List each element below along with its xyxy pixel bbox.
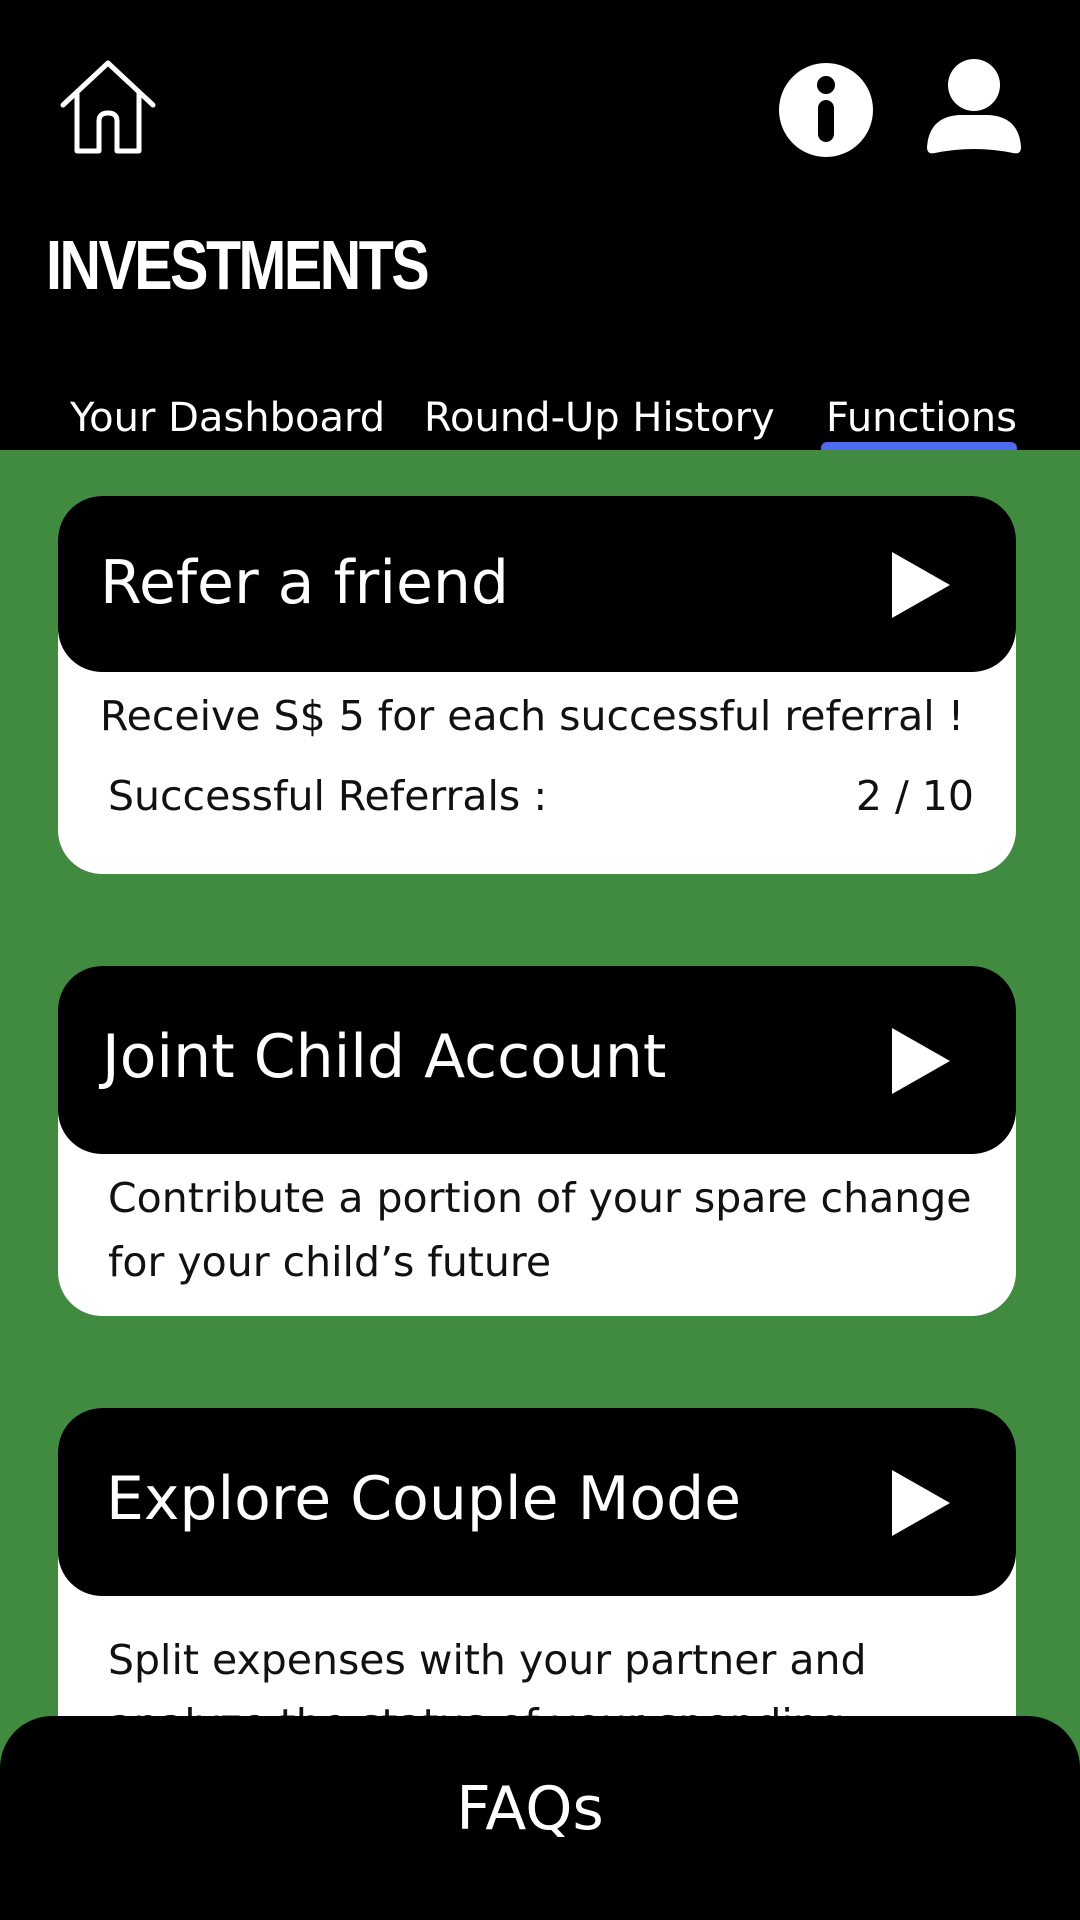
faqs-button[interactable]: FAQs <box>0 1716 1080 1920</box>
card-title: Refer a friend <box>100 548 510 618</box>
play-arrow-icon[interactable] <box>892 552 950 618</box>
info-icon[interactable] <box>776 60 876 160</box>
joint-child-account-card: Joint Child Account Contribute a portion… <box>58 966 1016 1316</box>
card-title: Joint Child Account <box>102 1022 667 1092</box>
page-title: INVESTMENTS <box>46 226 430 304</box>
home-icon[interactable] <box>55 55 161 161</box>
card-description: Contribute a portion of your spare chang… <box>108 1174 972 1286</box>
faqs-label: FAQs <box>456 1774 604 1844</box>
tab-round-up-history[interactable]: Round-Up History <box>424 393 775 443</box>
refer-friend-button[interactable]: Refer a friend <box>58 496 1016 672</box>
referrals-count: 2 / 10 <box>855 772 974 820</box>
functions-content[interactable]: Refer a friend Receive S$ 5 for each suc… <box>0 450 1080 1920</box>
app-header: INVESTMENTS Your Dashboard Round-Up Hist… <box>0 0 1080 454</box>
tab-your-dashboard[interactable]: Your Dashboard <box>70 393 385 443</box>
card-description: Receive S$ 5 for each successful referra… <box>100 692 965 740</box>
play-arrow-icon[interactable] <box>892 1470 950 1536</box>
couple-mode-button[interactable]: Explore Couple Mode <box>58 1408 1016 1596</box>
refer-friend-card: Refer a friend Receive S$ 5 for each suc… <box>58 496 1016 874</box>
referrals-label: Successful Referrals : <box>108 772 548 820</box>
joint-child-account-button[interactable]: Joint Child Account <box>58 966 1016 1154</box>
tab-functions[interactable]: Functions <box>826 393 1017 443</box>
play-arrow-icon[interactable] <box>892 1028 950 1094</box>
card-title: Explore Couple Mode <box>106 1464 742 1534</box>
user-icon[interactable] <box>921 55 1027 161</box>
